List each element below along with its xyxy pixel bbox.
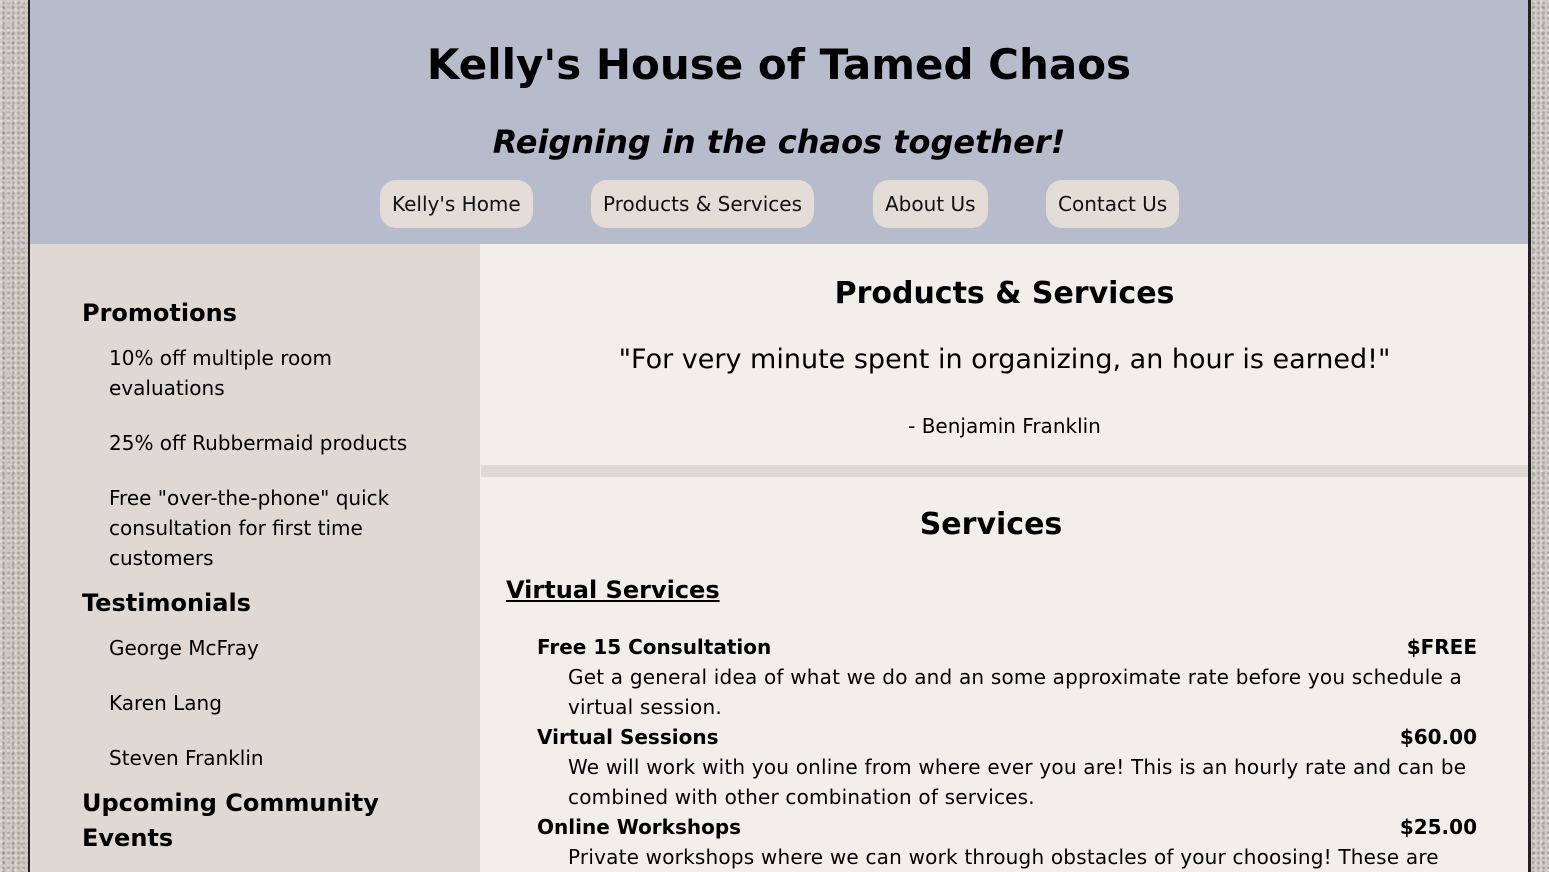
service-price: $25.00 bbox=[1399, 815, 1477, 839]
service-name: Virtual Sessions bbox=[537, 725, 719, 749]
service-description: Get a general idea of what we do and an … bbox=[568, 665, 1463, 719]
nav-link-about-us[interactable]: About Us bbox=[873, 180, 988, 228]
sidebar: Promotions 10% off multiple room evaluat… bbox=[30, 244, 480, 872]
promotion-item: 25% off Rubbermaid products bbox=[109, 431, 408, 455]
virtual-services-heading: Virtual Services bbox=[506, 576, 720, 604]
services-heading: Services bbox=[919, 507, 1063, 542]
testimonial-link-steven[interactable]: Steven Franklin bbox=[109, 743, 429, 773]
page-wrapper: Kelly's House of Tamed Chaos Reigning in… bbox=[28, 0, 1531, 872]
nav-link-products-services[interactable]: Products & Services bbox=[591, 180, 815, 228]
testimonial-link-karen[interactable]: Karen Lang bbox=[109, 688, 429, 718]
testimonials-heading: Testimonials bbox=[82, 589, 251, 617]
page-title: Products & Services bbox=[834, 276, 1175, 311]
service-name: Online Workshops bbox=[537, 815, 742, 839]
promotions-heading: Promotions bbox=[82, 299, 237, 327]
quote-author: - Benjamin Franklin bbox=[908, 414, 1101, 438]
service-description: We will work with you online from where … bbox=[568, 755, 1467, 809]
nav-link-contact-us[interactable]: Contact Us bbox=[1046, 180, 1180, 228]
site-header: Kelly's House of Tamed Chaos Reigning in… bbox=[30, 0, 1528, 244]
service-name: Free 15 Consultation bbox=[537, 635, 772, 659]
services-section: Services Virtual Services Free 15 Consul… bbox=[481, 477, 1528, 872]
service-description: Private workshops where we can work thro… bbox=[568, 845, 1439, 869]
events-heading: Upcoming Community Events bbox=[82, 789, 379, 852]
section-divider bbox=[481, 465, 1528, 477]
site-tagline: Reigning in the chaos together! bbox=[492, 123, 1066, 161]
service-price: $60.00 bbox=[1399, 725, 1477, 749]
service-price: $FREE bbox=[1406, 635, 1477, 659]
quote-section: Products & Services "For very minute spe… bbox=[481, 244, 1528, 465]
promotion-item: 10% off multiple room evaluations bbox=[109, 346, 332, 400]
quote-text: "For very minute spent in organizing, an… bbox=[618, 344, 1391, 375]
site-title: Kelly's House of Tamed Chaos bbox=[426, 40, 1132, 89]
testimonial-link-george[interactable]: George McFray bbox=[109, 633, 429, 663]
main-nav: Kelly's Home Products & Services About U… bbox=[30, 180, 1528, 230]
promotion-item: Free "over-the-phone" quick consultation… bbox=[109, 486, 390, 570]
nav-link-home[interactable]: Kelly's Home bbox=[380, 180, 533, 228]
